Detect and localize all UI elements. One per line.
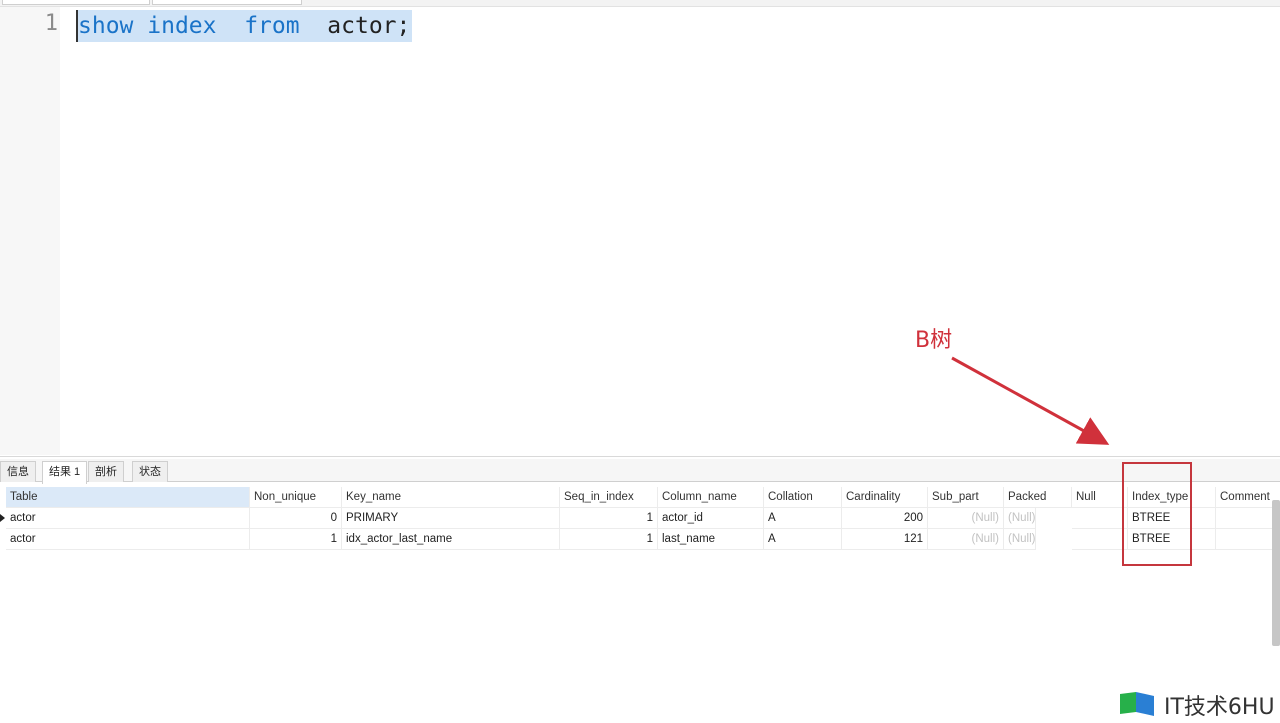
cell-cardinality[interactable]: 200	[842, 508, 928, 529]
book-logo-icon	[1120, 692, 1154, 716]
sql-text: actor;	[299, 13, 411, 39]
col-header-sub-part[interactable]: Sub_part	[928, 487, 1004, 508]
cell-null[interactable]	[1072, 508, 1128, 529]
cell-comment[interactable]	[1216, 508, 1272, 529]
tab-profile[interactable]: 剖析	[88, 461, 124, 482]
cell-table[interactable]: actor	[6, 508, 250, 529]
result-tab-bar: 信息 结果 1 剖析 状态	[0, 459, 1280, 484]
col-header-null[interactable]: Null	[1072, 487, 1128, 508]
col-header-seq-in-index[interactable]: Seq_in_index	[560, 487, 658, 508]
cell-non-unique[interactable]: 1	[250, 529, 342, 550]
grid-header-row: Table Non_unique Key_name Seq_in_index C…	[0, 487, 1272, 508]
cell-packed[interactable]: (Null)	[1004, 529, 1036, 550]
sql-keyword: show	[78, 13, 134, 39]
editor-tab-strip	[0, 0, 1280, 7]
cell-table[interactable]: actor	[6, 529, 250, 550]
tab-info[interactable]: 信息	[0, 461, 36, 482]
cell-column-name[interactable]: actor_id	[658, 508, 764, 529]
cell-packed[interactable]: (Null)	[1004, 508, 1036, 529]
table-row[interactable]: actor 0 PRIMARY 1 actor_id A 200 (Null) …	[0, 508, 1272, 529]
cell-column-name[interactable]: last_name	[658, 529, 764, 550]
line-number-gutter: 1	[0, 7, 60, 455]
col-header-collation[interactable]: Collation	[764, 487, 842, 508]
editor-tab[interactable]	[2, 0, 150, 5]
tab-status[interactable]: 状态	[132, 461, 168, 482]
watermark-text: IT技术6HU	[1164, 695, 1275, 720]
cell-comment[interactable]	[1216, 529, 1272, 550]
tab-result-1[interactable]: 结果 1	[42, 461, 88, 484]
current-row-marker-icon	[0, 514, 5, 522]
cell-sub-part[interactable]: (Null)	[928, 529, 1004, 550]
highlight-box-index-type	[1122, 462, 1192, 566]
col-header-cardinality[interactable]: Cardinality	[842, 487, 928, 508]
cell-key-name[interactable]: idx_actor_last_name	[342, 529, 560, 550]
sql-keyword: index	[147, 13, 217, 39]
sql-keyword: from	[244, 13, 300, 39]
cell-collation[interactable]: A	[764, 529, 842, 550]
col-header-table[interactable]: Table	[6, 487, 250, 508]
cell-sub-part[interactable]: (Null)	[928, 508, 1004, 529]
col-header-non-unique[interactable]: Non_unique	[250, 487, 342, 508]
result-panel: 信息 结果 1 剖析 状态 Table Non_unique Key_name …	[0, 456, 1280, 723]
cell-seq-in-index[interactable]: 1	[560, 508, 658, 529]
col-header-column-name[interactable]: Column_name	[658, 487, 764, 508]
editor-tab[interactable]	[152, 0, 302, 5]
table-row[interactable]: actor 1 idx_actor_last_name 1 last_name …	[0, 529, 1272, 550]
vertical-scrollbar[interactable]	[1272, 500, 1280, 646]
cell-null[interactable]	[1072, 529, 1128, 550]
cell-seq-in-index[interactable]: 1	[560, 529, 658, 550]
col-header-comment[interactable]: Comment	[1216, 487, 1272, 508]
line-number: 1	[44, 11, 58, 36]
annotation-arrow-icon	[951, 356, 1110, 445]
cell-collation[interactable]: A	[764, 508, 842, 529]
cell-non-unique[interactable]: 0	[250, 508, 342, 529]
cell-key-name[interactable]: PRIMARY	[342, 508, 560, 529]
cell-cardinality[interactable]: 121	[842, 529, 928, 550]
code-line-selected[interactable]: show index from actor;	[76, 10, 413, 42]
col-header-packed[interactable]: Packed	[1004, 487, 1072, 508]
col-header-key-name[interactable]: Key_name	[342, 487, 560, 508]
